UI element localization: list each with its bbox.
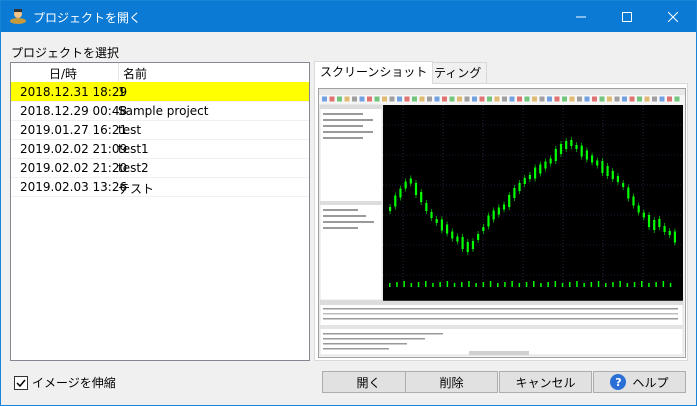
list-row[interactable]: 2018.12.29 00:48 Sample project bbox=[11, 101, 309, 121]
row-name: Sample project bbox=[118, 104, 209, 118]
row-date: 2019.02.03 13:26 bbox=[20, 180, 128, 194]
list-row[interactable]: 2019.02.03 13:26 テスト bbox=[11, 177, 309, 197]
window-title: プロジェクトを開く bbox=[33, 11, 142, 25]
checkmark-icon bbox=[16, 379, 26, 387]
row-name: test bbox=[118, 123, 142, 137]
cancel-button[interactable]: キャンセル bbox=[499, 371, 592, 393]
list-row[interactable]: 2019.02.02 21:20 test2 bbox=[11, 158, 309, 178]
row-name: test2 bbox=[118, 161, 149, 175]
open-project-dialog: プロジェクトを開く プロジェクトを選択 日/時 名前 2018.12.31 18… bbox=[0, 0, 697, 406]
open-button[interactable]: 開く bbox=[322, 371, 415, 393]
stretch-image-label: イメージを伸縮 bbox=[32, 376, 116, 390]
row-name: test1 bbox=[118, 142, 149, 156]
delete-button[interactable]: 削除 bbox=[405, 371, 498, 393]
close-button[interactable] bbox=[650, 1, 696, 32]
minimize-button[interactable] bbox=[558, 1, 604, 32]
screenshot-thumbnail bbox=[318, 88, 686, 358]
list-header: 日/時 名前 bbox=[11, 63, 309, 83]
minimize-icon bbox=[576, 16, 586, 17]
column-header-date[interactable]: 日/時 bbox=[49, 65, 77, 82]
help-icon: ? bbox=[610, 374, 627, 390]
title-bar[interactable]: プロジェクトを開く bbox=[1, 1, 696, 32]
stretch-image-option[interactable]: イメージを伸縮 bbox=[14, 374, 116, 391]
select-project-label: プロジェクトを選択 bbox=[11, 46, 120, 60]
list-row-selected[interactable]: 2018.12.31 18:29 1 bbox=[11, 82, 309, 102]
row-date: 2018.12.29 00:48 bbox=[20, 104, 128, 118]
maximize-button[interactable] bbox=[604, 1, 650, 32]
close-icon bbox=[668, 11, 678, 22]
list-row[interactable]: 2019.01.27 16:21 test bbox=[11, 120, 309, 140]
maximize-icon bbox=[622, 11, 632, 22]
project-list[interactable]: 日/時 名前 2018.12.31 18:29 1 2018.12.29 00:… bbox=[10, 62, 310, 361]
row-date: 2019.02.02 21:09 bbox=[20, 142, 128, 156]
help-button[interactable]: ? ヘルプ bbox=[593, 371, 686, 393]
help-label: ヘルプ bbox=[632, 375, 669, 390]
row-date: 2018.12.31 18:29 bbox=[20, 85, 128, 99]
row-date: 2019.01.27 16:21 bbox=[20, 123, 128, 137]
row-date: 2019.02.02 21:20 bbox=[20, 161, 128, 175]
app-icon bbox=[10, 9, 26, 24]
stretch-image-checkbox[interactable] bbox=[14, 375, 28, 390]
column-header-name[interactable]: 名前 bbox=[123, 65, 147, 82]
row-name: 1 bbox=[118, 85, 126, 99]
tab-screenshot[interactable]: スクリーンショット bbox=[314, 61, 434, 84]
screenshot-panel bbox=[314, 83, 688, 361]
trading-terminal-screenshot bbox=[319, 89, 685, 356]
row-name: テスト bbox=[118, 182, 155, 196]
column-separator[interactable] bbox=[118, 63, 119, 82]
list-row[interactable]: 2019.02.02 21:09 test1 bbox=[11, 139, 309, 159]
